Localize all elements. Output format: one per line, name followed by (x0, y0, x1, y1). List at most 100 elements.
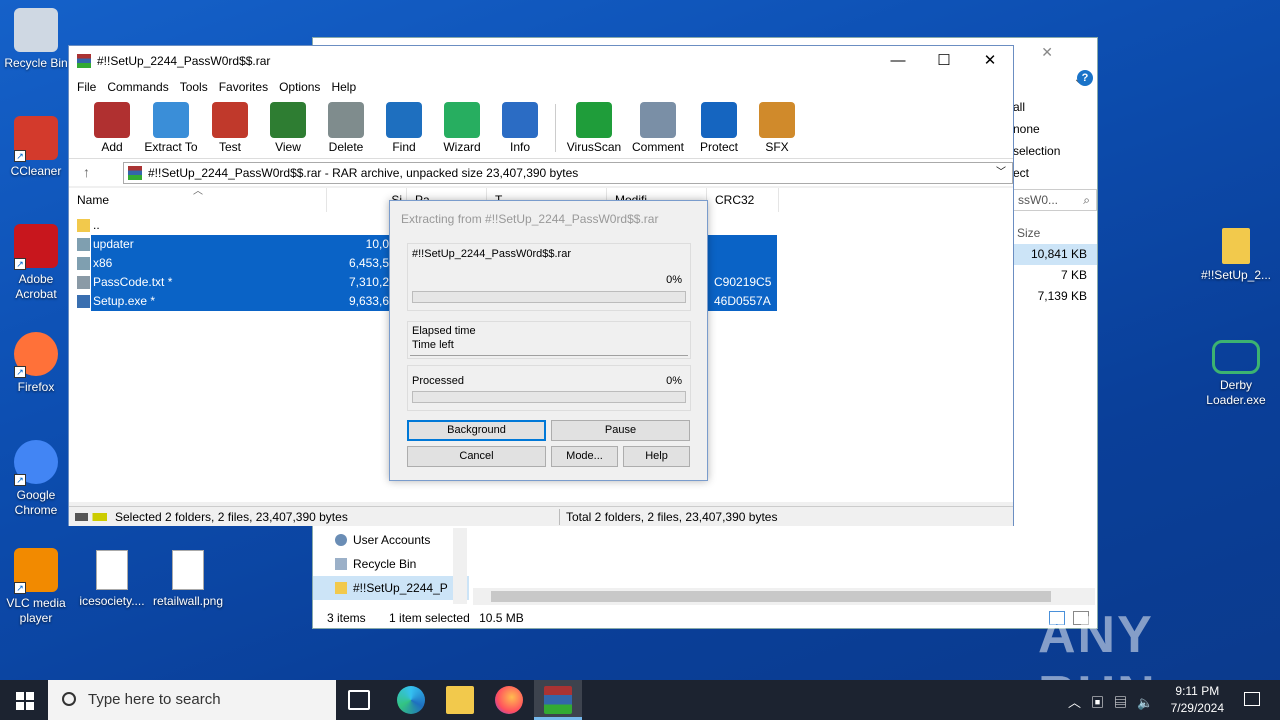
size-header[interactable]: Size (1013, 223, 1097, 244)
sfx-button[interactable]: SFX (748, 98, 806, 158)
adobe-acrobat-icon: ↗ (14, 224, 58, 270)
file-progress-bar (412, 291, 686, 303)
chevron-down-icon[interactable]: ﹀ (996, 163, 1006, 183)
file-crc: 46D0557A (714, 294, 771, 308)
ccleaner-icon: ↗ (14, 116, 58, 162)
edge-icon[interactable] (397, 686, 425, 714)
shortcut-arrow-icon: ↗ (14, 582, 26, 594)
file-name: x86 (93, 256, 113, 270)
column-header-crc32[interactable]: CRC32 (707, 188, 779, 212)
system-tray-icons[interactable]: ︿▣▤🔈 (1068, 692, 1163, 711)
chevron-up-icon[interactable]: ︿ (1068, 695, 1091, 710)
clock[interactable]: 9:11 PM 7/29/2024 (1171, 680, 1224, 720)
pause-button[interactable]: Pause (551, 420, 690, 441)
taskbar-search-box[interactable]: Type here to search (48, 680, 336, 720)
taskbar-search-placeholder: Type here to search (88, 691, 221, 708)
clock-date: 7/29/2024 (1170, 701, 1224, 715)
trash-icon (328, 102, 364, 138)
minimize-button[interactable]: — (875, 46, 921, 76)
vlc-media-player-icon: ↗ (14, 548, 58, 594)
desktop-icon-file-2[interactable]: retailwall.png (150, 550, 226, 609)
image-file-icon (172, 550, 204, 590)
menu-commands[interactable]: Commands (107, 76, 175, 98)
desktop-icon-adobe-acrobat[interactable]: ↗ Adobe Acrobat (1, 224, 71, 302)
maximize-button[interactable]: ☐ (921, 46, 967, 76)
nav-item-recycle-bin[interactable]: Recycle Bin (313, 552, 469, 576)
desktop-icon-vlc-media-player[interactable]: ↗ VLC media player (1, 548, 71, 626)
file-size: 6,453,5 (348, 256, 389, 270)
dialog-title: Extracting from #!!SetUp_2244_PassW0rd$$… (401, 212, 659, 226)
desktop-icon-firefox[interactable]: ↗ Firefox (1, 332, 71, 395)
scrollbar-thumb[interactable] (491, 591, 1051, 602)
select-ribbon-item[interactable]: ect (1013, 162, 1097, 184)
menu-file[interactable]: File (77, 76, 103, 98)
wizard-button[interactable]: Wizard (433, 98, 491, 158)
add-button[interactable]: Add (83, 98, 141, 158)
up-arrow-icon[interactable]: ↑ (83, 164, 90, 180)
extracting-archive-name: #!!SetUp_2244_PassW0rd$$.rar (412, 248, 571, 260)
view-button[interactable]: View (259, 98, 317, 158)
winrar-taskbar-icon[interactable] (544, 686, 572, 714)
archive-path-field[interactable]: #!!SetUp_2244_PassW0rd$$.rar - RAR archi… (123, 162, 1013, 184)
file-explorer-icon[interactable] (446, 686, 474, 714)
info-button[interactable]: Info (491, 98, 549, 158)
close-button[interactable]: ✕ (967, 46, 1013, 76)
nav-item-user-accounts[interactable]: User Accounts (313, 528, 469, 552)
menu-help[interactable]: Help (331, 76, 363, 98)
winrar-status-bar: Selected 2 folders, 2 files, 23,407,390 … (69, 506, 1013, 526)
extract-to-button[interactable]: Extract To (141, 98, 201, 158)
menu-tools[interactable]: Tools (180, 76, 215, 98)
desktop-icon-setup-folder[interactable]: #!!SetUp_2... (1200, 228, 1272, 283)
explorer-window-buttons[interactable]: □✕ (1003, 44, 1083, 61)
task-view-icon[interactable] (348, 690, 370, 710)
shortcut-arrow-icon: ↗ (14, 366, 26, 378)
desktop-icon-ccleaner[interactable]: ↗ CCleaner (1, 116, 71, 179)
winrar-title-bar[interactable]: #!!SetUp_2244_PassW0rd$$.rar — ☐ ✕ (69, 46, 1013, 76)
protect-button[interactable]: Protect (690, 98, 748, 158)
desktop-icon-file-1[interactable]: icesociety.... (77, 550, 147, 609)
help-button[interactable]: Help (623, 446, 690, 467)
notification-icon[interactable] (1244, 692, 1260, 706)
text-file-icon (77, 276, 90, 289)
cancel-button[interactable]: Cancel (407, 446, 546, 467)
ethernet-icon[interactable]: ▤ (1114, 695, 1137, 710)
menu-favorites[interactable]: Favorites (219, 76, 275, 98)
processed-group (407, 365, 691, 411)
select-none-item[interactable]: none (1013, 118, 1097, 140)
start-button[interactable] (0, 680, 48, 720)
search-icon: ⌕ (1083, 193, 1090, 207)
desktop-icon-recycle-bin[interactable]: Recycle Bin (1, 8, 71, 71)
virusscan-button[interactable]: VirusScan (562, 98, 626, 158)
delete-button[interactable]: Delete (317, 98, 375, 158)
help-icon[interactable]: ? (1077, 70, 1093, 86)
shield-icon (701, 102, 737, 138)
volume-icon[interactable]: 🔈 (1137, 695, 1163, 710)
explorer-search-input[interactable]: ssW0... ⌕ (1013, 189, 1097, 211)
google-chrome-icon: ↗ (14, 440, 58, 486)
invert-selection-item[interactable]: selection (1013, 140, 1097, 162)
nav-scrollbar[interactable] (453, 528, 467, 604)
folder-icon (77, 257, 90, 270)
background-button[interactable]: Background (407, 420, 546, 441)
menu-bar: File Commands Tools Favorites Options Help (69, 76, 1013, 98)
nav-item-setup-folder[interactable]: #!!SetUp_2244_P (313, 576, 469, 600)
network-icon[interactable]: ▣ (1091, 695, 1114, 710)
mode-button[interactable]: Mode... (551, 446, 618, 467)
firefox-icon[interactable] (495, 686, 523, 714)
comment-button[interactable]: Comment (626, 98, 690, 158)
test-button[interactable]: Test (201, 98, 259, 158)
find-button[interactable]: Find (375, 98, 433, 158)
column-header-name[interactable]: Name ︿ (69, 186, 327, 212)
desktop-icon-derby-loader[interactable]: Derby Loader.exe (1200, 340, 1272, 408)
book-icon (270, 102, 306, 138)
desktop-icon-google-chrome[interactable]: ↗ Google Chrome (1, 440, 71, 518)
file-size: 9,633,6 (348, 294, 389, 308)
winrar-app-icon (77, 54, 91, 68)
extraction-dialog[interactable]: Extracting from #!!SetUp_2244_PassW0rd$$… (389, 200, 708, 481)
explorer-horizontal-scrollbar[interactable] (473, 588, 1095, 605)
select-all-item[interactable]: all (1013, 96, 1097, 118)
menu-options[interactable]: Options (279, 76, 327, 98)
file-name: .. (93, 218, 100, 232)
drive-key-icon (75, 513, 107, 521)
info-icon (502, 102, 538, 138)
